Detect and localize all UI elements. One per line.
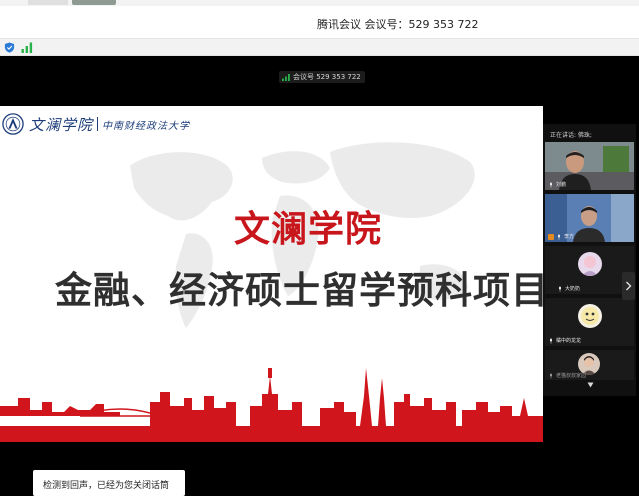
participant-name: 李方 xyxy=(564,234,575,240)
participant-tile[interactable]: 橘中的龙龙 xyxy=(545,298,634,346)
slide-title-program: 金融、经济硕士留学预科项目 xyxy=(55,269,543,312)
microphone-icon xyxy=(550,182,552,188)
participant-name-tag: 李方 xyxy=(548,233,574,240)
top-tab-active[interactable] xyxy=(72,0,116,5)
toast-message: 检测到回声，已经为您关闭话筒 xyxy=(43,481,170,491)
microphone-icon xyxy=(558,234,560,240)
participant-name: 大奶奶 xyxy=(565,286,581,292)
slide-title-college: 文澜学院 xyxy=(234,209,383,250)
title-bar: 腾讯会议 会议号：529 353 722 xyxy=(0,6,639,38)
university-emblem-icon xyxy=(2,113,24,135)
participant-video-panel: 正在讲话: 佛珠; 刘鹏 李方 大奶奶 橘中的龙龙 老猫叔叔家园 xyxy=(543,124,636,396)
avatar xyxy=(578,304,602,328)
participant-name-tag: 橘中的龙龙 xyxy=(548,337,581,344)
meeting-id-indicator[interactable]: 会议号 529 353 722 xyxy=(279,71,365,83)
logo-divider xyxy=(97,117,99,131)
speaking-indicator: 正在讲话: 佛珠; xyxy=(550,132,592,139)
collapse-panel-button[interactable] xyxy=(622,272,635,300)
participant-tile[interactable]: 刘鹏 xyxy=(545,142,634,190)
microphone-icon xyxy=(559,286,561,292)
chevron-right-icon xyxy=(626,281,632,291)
chevron-down-icon[interactable] xyxy=(587,382,594,388)
meeting-id-text: 会议号 529 353 722 xyxy=(293,73,361,81)
logo-college-name: 文澜学院 xyxy=(29,115,94,134)
participant-tile[interactable]: 李方 xyxy=(545,194,634,242)
presentation-slide: 文澜学院 中南财经政法大学 文澜学院 金融、经济硕士留学预科项目 xyxy=(0,106,543,442)
microphone-icon xyxy=(550,373,552,379)
echo-notice-toast: 检测到回声，已经为您关闭话筒 xyxy=(33,470,185,496)
institution-logo: 文澜学院 中南财经政法大学 xyxy=(2,113,190,135)
participant-name-tag: 老猫叔叔家园 xyxy=(548,372,586,379)
signal-strength-icon xyxy=(282,73,290,81)
logo-university-name: 中南财经政法大学 xyxy=(102,120,191,132)
avatar xyxy=(578,252,602,276)
shield-icon[interactable] xyxy=(4,42,15,53)
participant-name-tag: 刘鹏 xyxy=(548,181,566,188)
window-title: 腾讯会议 会议号：529 353 722 xyxy=(317,18,479,31)
participant-tile[interactable]: 大奶奶 xyxy=(545,246,634,294)
status-row xyxy=(0,38,639,56)
participant-name: 刘鹏 xyxy=(556,182,567,188)
participant-name-tag: 大奶奶 xyxy=(557,285,580,292)
app-window: 腾讯会议 会议号：529 353 722 会议号 529 353 722 文澜学… xyxy=(0,0,639,496)
signal-strength-icon[interactable] xyxy=(21,42,33,53)
microphone-icon xyxy=(550,338,552,344)
host-badge-icon xyxy=(548,233,554,240)
participant-name: 老猫叔叔家园 xyxy=(556,373,587,379)
top-tab-left[interactable] xyxy=(28,0,68,5)
participant-name: 橘中的龙龙 xyxy=(556,338,582,344)
slide-base-band xyxy=(0,426,543,442)
participant-tile[interactable]: 老猫叔叔家园 xyxy=(545,350,634,380)
